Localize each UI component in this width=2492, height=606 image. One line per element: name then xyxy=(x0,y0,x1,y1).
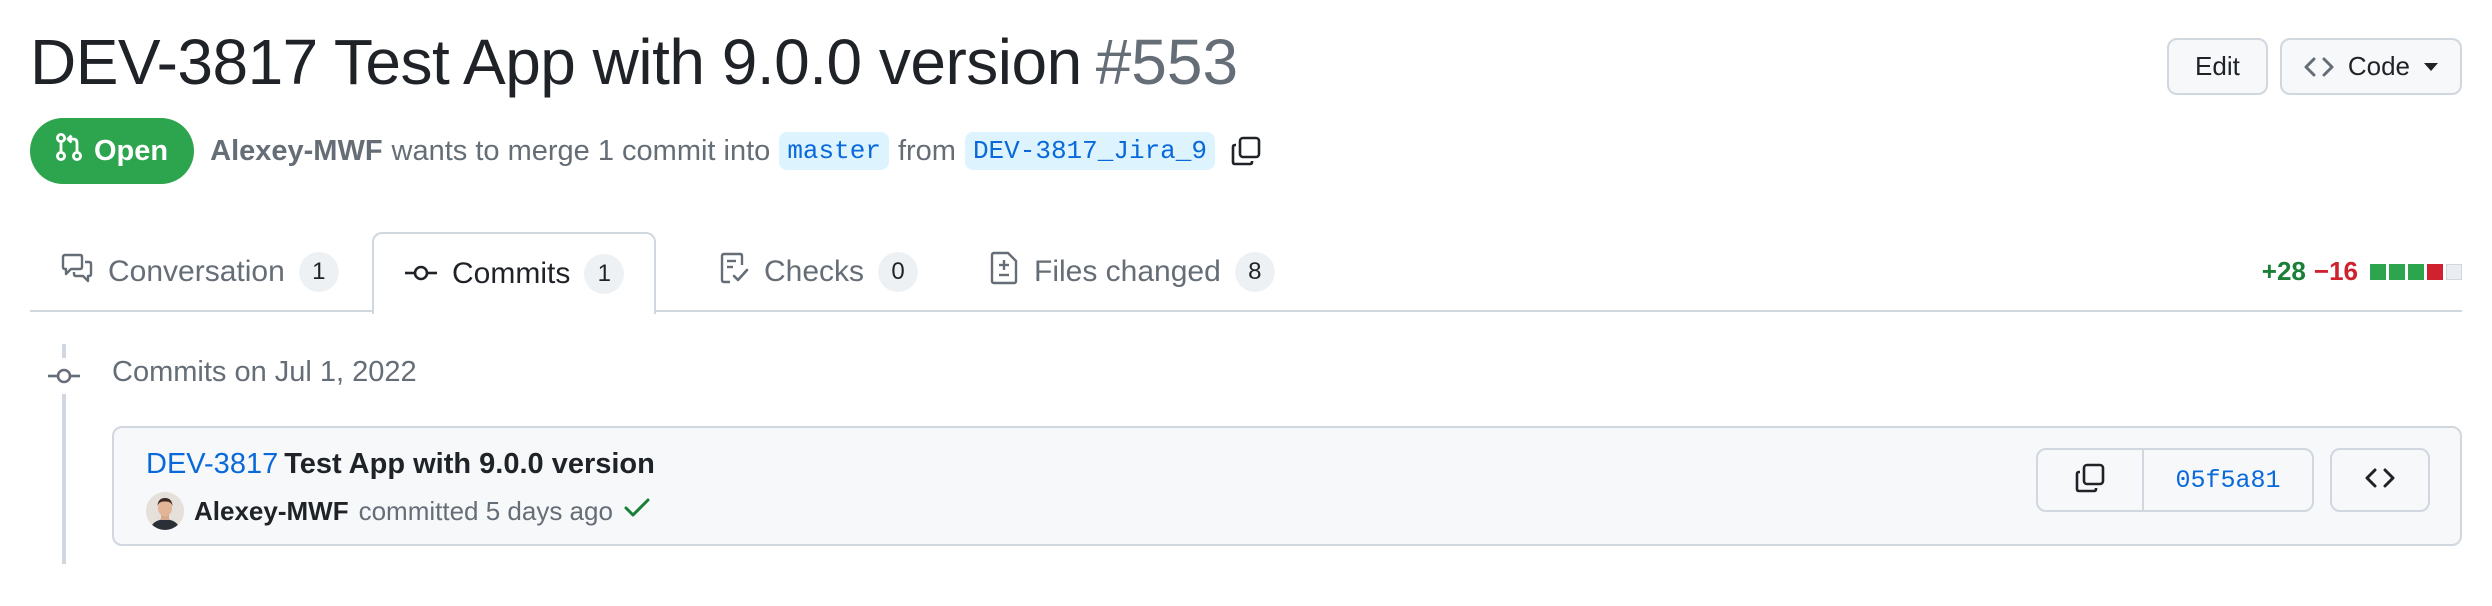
commit-meta: Alexey-MWF committed 5 days ago xyxy=(146,492,651,530)
commit-author-link[interactable]: Alexey-MWF xyxy=(194,496,349,527)
tab-conversation[interactable]: Conversation 1 xyxy=(30,232,369,312)
tab-files-changed-label: Files changed xyxy=(1034,255,1221,288)
commit-actions: 05f5a81 xyxy=(2036,448,2430,512)
check-success-icon[interactable] xyxy=(623,496,651,527)
tab-checks-counter: 0 xyxy=(878,252,919,292)
pr-title-row: DEV-3817 Test App with 9.0.0 version #55… xyxy=(30,22,1238,102)
diffstat-block-added xyxy=(2408,263,2424,280)
diffstat-block-neutral xyxy=(2446,263,2462,280)
tab-conversation-label: Conversation xyxy=(108,255,285,288)
pr-state-label: Open xyxy=(94,134,169,167)
code-icon xyxy=(2304,56,2334,78)
comment-discussion-icon xyxy=(60,253,94,291)
pr-merge-summary: Alexey-MWF wants to merge 1 commit into … xyxy=(210,132,1262,170)
git-commit-timeline-icon xyxy=(46,358,82,394)
diffstat-block-added xyxy=(2389,263,2405,280)
commit-sha-link[interactable]: 05f5a81 xyxy=(2144,450,2312,510)
pr-number: #553 xyxy=(1095,26,1239,98)
pr-author-link[interactable]: Alexey-MWF xyxy=(210,135,382,168)
checklist-icon xyxy=(720,251,750,293)
commits-date-heading: Commits on Jul 1, 2022 xyxy=(112,356,417,388)
tab-files-changed-counter: 8 xyxy=(1234,252,1275,292)
git-pull-request-icon xyxy=(54,132,84,170)
tab-files-changed[interactable]: Files changed 8 xyxy=(960,232,1305,312)
code-icon xyxy=(2365,467,2395,494)
code-button-label: Code xyxy=(2347,51,2410,81)
diffstat-deletions: −16 xyxy=(2313,256,2358,286)
tab-checks-label: Checks xyxy=(764,255,865,288)
copy-sha-button[interactable] xyxy=(2038,450,2144,510)
diffstat-blocks xyxy=(2370,263,2462,280)
commit-issue-link[interactable]: DEV-3817 xyxy=(146,448,278,480)
avatar[interactable] xyxy=(146,492,184,530)
tab-conversation-counter: 1 xyxy=(298,252,339,292)
copy-branch-icon[interactable] xyxy=(1230,135,1262,167)
tab-commits-counter: 1 xyxy=(584,254,625,294)
git-commit-icon xyxy=(404,257,438,291)
diffstat-block-added xyxy=(2370,263,2386,280)
header-actions: Edit Code xyxy=(2167,38,2462,95)
merge-text: wants to merge 1 commit into xyxy=(391,134,771,167)
commit-sha-group: 05f5a81 xyxy=(2036,448,2314,512)
tab-checks[interactable]: Checks 0 xyxy=(690,232,948,312)
edit-button[interactable]: Edit xyxy=(2167,38,2268,95)
file-diff-icon xyxy=(990,251,1020,293)
diffstat-block-deleted xyxy=(2427,263,2443,280)
diffstat: +28 −16 xyxy=(2262,256,2462,287)
commit-message-link[interactable]: Test App with 9.0.0 version xyxy=(284,448,655,480)
tab-commits-label: Commits xyxy=(452,257,571,290)
commit-title: DEV-3817 Test App with 9.0.0 version xyxy=(146,448,655,481)
base-branch[interactable]: master xyxy=(779,132,889,170)
head-branch[interactable]: DEV-3817_Jira_9 xyxy=(964,132,1215,170)
pr-tabs: Conversation 1 Commits 1 Checks 0 Files … xyxy=(30,232,2462,314)
from-text: from xyxy=(897,134,956,167)
pr-title: DEV-3817 Test App with 9.0.0 version xyxy=(30,26,1082,98)
browse-repo-button[interactable] xyxy=(2330,448,2430,512)
copy-icon xyxy=(2074,462,2106,499)
caret-down-icon xyxy=(2424,62,2438,72)
commit-action-text: committed 5 days ago xyxy=(358,495,613,526)
pr-state-badge: Open xyxy=(30,118,195,184)
pr-meta-row: Open Alexey-MWF wants to merge 1 commit … xyxy=(30,118,1262,184)
code-button[interactable]: Code xyxy=(2279,38,2462,95)
diffstat-additions: +28 xyxy=(2261,256,2306,286)
commit-list-item: DEV-3817 Test App with 9.0.0 version Alex… xyxy=(112,426,2462,546)
tab-commits[interactable]: Commits 1 xyxy=(372,232,657,314)
